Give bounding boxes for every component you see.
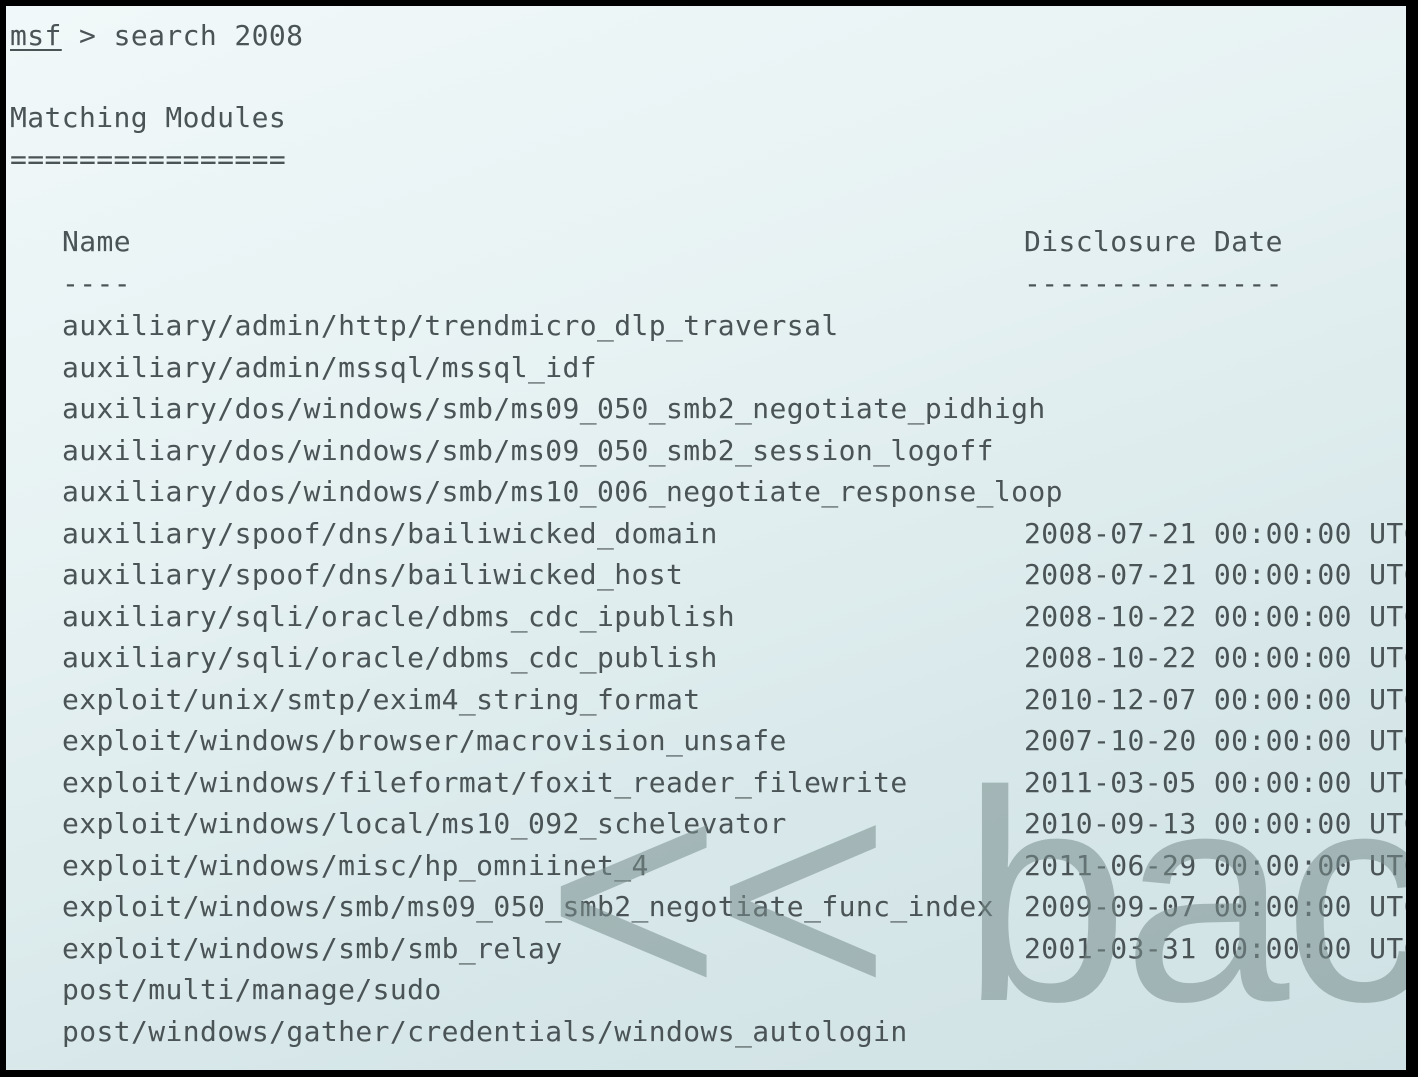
module-name: auxiliary/spoof/dns/bailiwicked_host bbox=[62, 558, 684, 591]
command-text: search 2008 bbox=[113, 19, 304, 52]
module-name: auxiliary/sqli/oracle/dbms_cdc_ipublish bbox=[62, 600, 736, 633]
column-rule-name: ---- bbox=[62, 267, 132, 300]
module-disclosure-date: 2008-10-22 00:00:00 UTC bbox=[1024, 600, 1406, 633]
module-disclosure-date: 2008-07-21 00:00:00 UTC bbox=[1024, 558, 1406, 591]
prompt-separator: > bbox=[61, 19, 114, 52]
module-name: exploit/windows/smb/smb_relay bbox=[62, 932, 563, 965]
module-name: post/multi/manage/sudo bbox=[62, 973, 442, 1006]
module-name: auxiliary/dos/windows/smb/ms10_006_negot… bbox=[62, 475, 1063, 508]
module-name: auxiliary/dos/windows/smb/ms09_050_smb2_… bbox=[62, 434, 994, 467]
column-header-disclosure-date: Disclosure Date bbox=[1024, 225, 1283, 258]
column-header-name: Name bbox=[62, 225, 132, 258]
module-disclosure-date: 2008-07-21 00:00:00 UTC bbox=[1024, 517, 1406, 550]
column-rule-disclosure-date: --------------- bbox=[1024, 267, 1283, 300]
screen-frame: msf > search 2008 Matching Modules =====… bbox=[6, 6, 1406, 1070]
back-button[interactable]: << back bbox=[546, 746, 1406, 1046]
module-name: auxiliary/dos/windows/smb/ms09_050_smb2_… bbox=[62, 392, 1046, 425]
module-name: auxiliary/admin/mssql/mssql_idf bbox=[62, 351, 597, 384]
module-disclosure-date: 2008-10-22 00:00:00 UTC bbox=[1024, 641, 1406, 674]
command-line: msf > search 2008 bbox=[10, 16, 303, 56]
msf-prompt: msf bbox=[10, 19, 62, 52]
module-disclosure-date: 2010-12-07 00:00:00 UTC bbox=[1024, 683, 1406, 716]
results-heading: Matching Modules bbox=[10, 101, 287, 134]
module-name: exploit/unix/smtp/exim4_string_format bbox=[62, 683, 701, 716]
module-name: auxiliary/spoof/dns/bailiwicked_domain bbox=[62, 517, 718, 550]
results-heading-rule: ================ bbox=[10, 143, 287, 176]
module-name: auxiliary/admin/http/trendmicro_dlp_trav… bbox=[62, 309, 839, 342]
module-name: auxiliary/sqli/oracle/dbms_cdc_publish bbox=[62, 641, 718, 674]
